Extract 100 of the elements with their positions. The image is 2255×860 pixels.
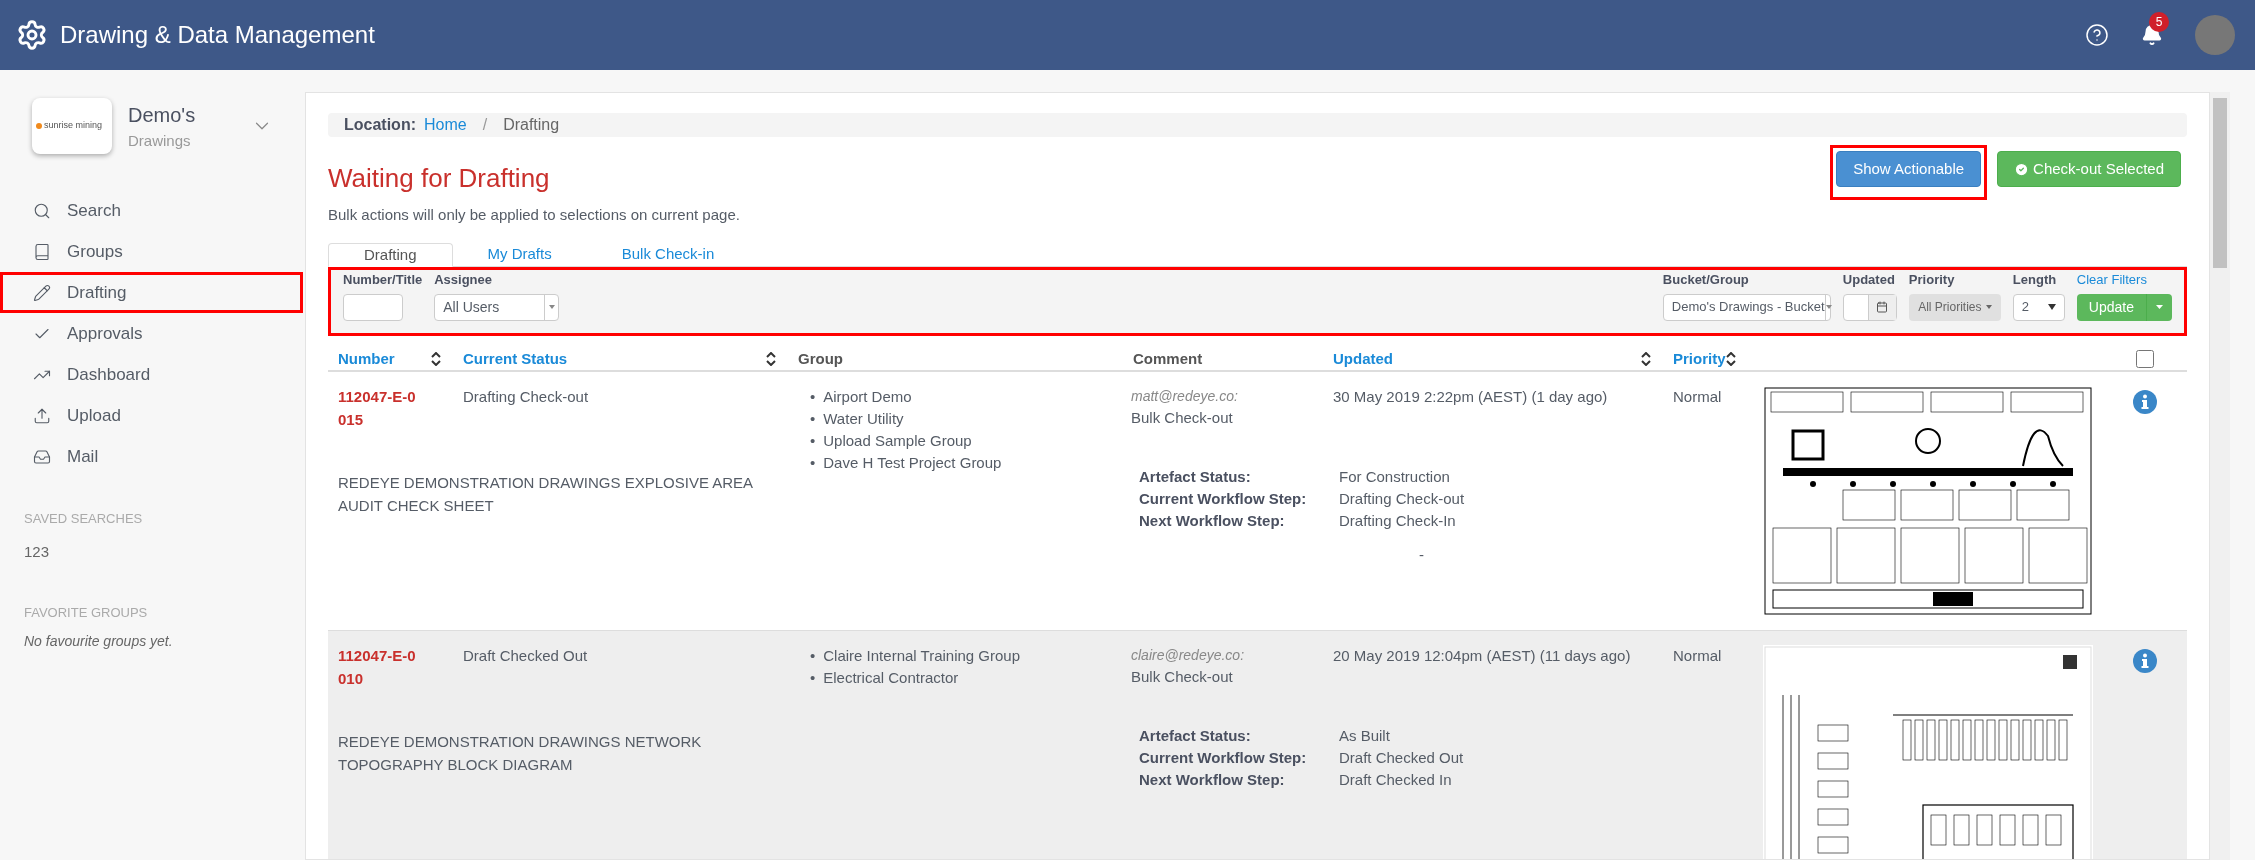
scrollbar[interactable] [2210, 92, 2230, 860]
group-item: Dave H Test Project Group [823, 453, 1002, 473]
sidebar-item[interactable]: Drafting [0, 272, 303, 313]
bullet: • [810, 646, 816, 666]
sidebar-item[interactable]: Groups [0, 231, 305, 272]
sidebar-item[interactable]: Upload [0, 395, 305, 436]
gear-logo-icon [16, 19, 48, 51]
column-header[interactable]: Current Status [463, 347, 568, 370]
tab[interactable]: Drafting [328, 242, 453, 267]
column-header[interactable]: Updated [1333, 347, 1393, 370]
section-heading: FAVORITE GROUPS [24, 604, 149, 622]
status-text: Draft Checked Out [463, 647, 588, 664]
bullet: • [810, 409, 816, 429]
comment-text: Bulk Check-out [1131, 408, 1234, 428]
sidebar-item[interactable]: Approvals [0, 313, 305, 354]
check-circle-icon [2014, 161, 2030, 177]
sort-icon[interactable] [1725, 351, 1736, 366]
detail-label: Artefact Status: [1139, 726, 1252, 746]
sun-icon [36, 123, 42, 129]
bullet: • [810, 431, 816, 451]
detail-label: Next Workflow Step: [1139, 770, 1286, 790]
detail-label: Current Workflow Step: [1139, 489, 1308, 509]
group-item: Claire Internal Training Group [823, 646, 1021, 666]
assignee-select[interactable]: All Users [434, 293, 560, 321]
pencil-icon [33, 283, 51, 302]
sort-icon[interactable] [766, 351, 776, 366]
app-title: Drawing & Data Management [60, 20, 375, 50]
clear-filters-link[interactable]: Clear Filters [2076, 270, 2172, 290]
search-icon [33, 201, 51, 220]
drawing-title: REDEYE DEMONSTRATION DRAWINGS EXPLOSIVE AREA AUDIT CHECK SHEET [338, 473, 754, 516]
status-text: Drafting Check-out [463, 388, 589, 405]
priority-dropdown[interactable]: All Priorities [1908, 293, 2001, 321]
tab[interactable]: Bulk Check-in [586, 242, 750, 266]
sidebar-item[interactable]: Search [0, 190, 305, 231]
detail-label: Next Workflow Step: [1139, 511, 1286, 531]
info-icon[interactable] [2133, 390, 2157, 414]
sort-icon[interactable] [1641, 351, 1651, 366]
breadcrumb-link[interactable]: Home [424, 113, 467, 137]
priority-text: Normal [1673, 647, 1722, 664]
bullet: • [810, 453, 816, 473]
comment-author: matt@redeye.co: [1131, 387, 1239, 406]
updated-date: 20 May 2019 12:04pm (AEST) (11 days ago) [1333, 647, 1631, 664]
field-label: Bucket/Group [1662, 271, 1750, 289]
updated-date: 30 May 2019 2:22pm (AEST) (1 day ago) [1333, 388, 1608, 405]
sidebar-item[interactable]: Dashboard [0, 354, 305, 395]
detail-label: Current Workflow Step: [1139, 748, 1308, 768]
group-item: Water Utility [823, 409, 904, 429]
length-select[interactable]: 2 [2012, 293, 2065, 321]
bullet: • [810, 668, 816, 688]
org-subtitle: Drawings [128, 130, 192, 151]
drawing-title: REDEYE DEMONSTRATION DRAWINGS NETWORK TOPOGRAPHY BLOCK DIAGRAM [338, 732, 703, 775]
saved-search-link[interactable]: 123 [24, 540, 50, 563]
detail-value: For Construction [1339, 467, 1450, 487]
page-title: Waiting for Drafting [328, 162, 551, 195]
notification-count: 5 [2149, 12, 2169, 32]
drawing-thumbnail[interactable] [1763, 386, 2093, 616]
inbox-icon [33, 447, 51, 466]
detail-value: As Built [1339, 726, 1390, 746]
page-subtitle: Bulk actions will only be applied to selections on current page. [328, 205, 740, 225]
caret-icon [1985, 305, 1992, 309]
column-header: Comment [1133, 348, 1203, 369]
sidebar-item[interactable]: Mail [0, 436, 305, 477]
group-item: Upload Sample Group [823, 431, 972, 451]
field-label: Number/Title [343, 271, 423, 289]
detail-value: Draft Checked In [1339, 770, 1452, 790]
caret-icon [2156, 305, 2163, 309]
comment-text: Bulk Check-out [1131, 667, 1234, 687]
drawing-number[interactable]: 112047-E-0010 [338, 645, 418, 690]
date-input[interactable] [1842, 293, 1897, 321]
placeholder-dash: - [1419, 545, 1425, 565]
detail-label: Artefact Status: [1139, 467, 1252, 487]
column-header[interactable]: Priority [1673, 347, 1726, 370]
sort-icon[interactable] [431, 351, 441, 366]
select-all-checkbox[interactable] [2136, 349, 2154, 368]
breadcrumb-label: Location: [344, 115, 416, 135]
section-heading: SAVED SEARCHES [24, 510, 144, 528]
info-icon[interactable] [2133, 649, 2157, 673]
tab[interactable]: My Drafts [452, 242, 587, 266]
column-header[interactable]: Number [338, 347, 395, 370]
detail-value: Drafting Check-In [1339, 511, 1456, 531]
empty-message: No favourite groups yet. [24, 631, 174, 651]
caret-icon [1825, 305, 1832, 309]
bucket-select[interactable]: Demo's Drawings - Bucket [1662, 293, 1831, 321]
calendar-icon [1876, 301, 1889, 313]
column-header: Group [798, 348, 843, 369]
priority-text: Normal [1673, 388, 1722, 405]
group-item: Airport Demo [823, 387, 912, 407]
field-label: Priority [1908, 271, 1956, 289]
help-icon[interactable] [2085, 23, 2109, 47]
field-label: Updated [1842, 271, 1896, 289]
actionable-button[interactable]: Show Actionable [1836, 151, 1982, 187]
field-label: Assignee [434, 271, 494, 289]
logo-text: sunrise mining [44, 119, 103, 133]
upload-icon [33, 406, 51, 425]
group-item: Electrical Contractor [823, 668, 959, 688]
caret-icon [548, 305, 555, 309]
number-title-input[interactable] [343, 293, 403, 321]
drawing-number[interactable]: 112047-E-0015 [338, 386, 418, 431]
bullet: • [810, 387, 816, 407]
field-label: Length [2012, 271, 2058, 289]
